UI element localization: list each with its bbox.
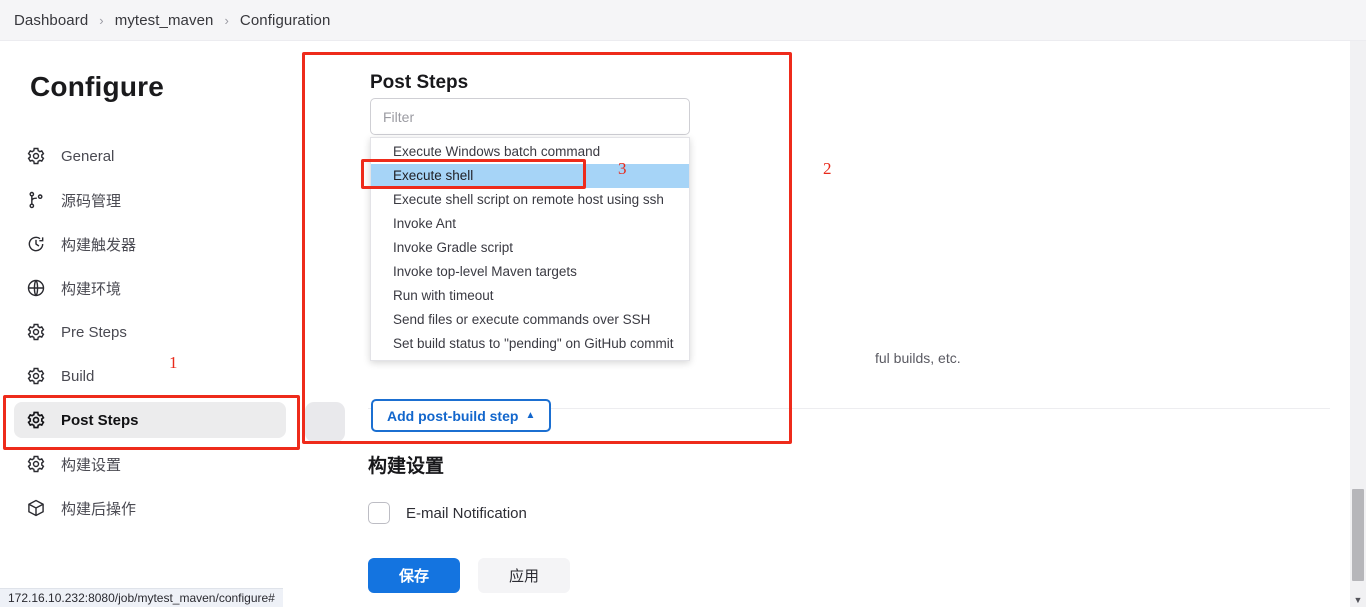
package-icon <box>24 496 48 520</box>
chevron-up-icon: ▲ <box>525 409 536 421</box>
collapse-handle[interactable] <box>305 402 345 442</box>
dropdown-option[interactable]: Invoke Ant <box>371 212 689 236</box>
status-bar: 172.16.10.232:8080/job/mytest_maven/conf… <box>0 588 283 607</box>
sidebar-item-build-triggers[interactable]: 构建触发器 <box>14 226 286 262</box>
dropdown-option[interactable]: Run with timeout <box>371 284 689 308</box>
sidebar-item-general[interactable]: General <box>14 138 286 174</box>
sidebar-item-label: 构建设置 <box>61 456 122 474</box>
dropdown-option[interactable]: Set build status to "pending" on GitHub … <box>371 332 689 356</box>
build-settings-heading: 构建设置 <box>368 456 445 477</box>
sidebar-item-build-settings[interactable]: 构建设置 <box>14 446 286 482</box>
sidebar-item-label: Post Steps <box>61 411 139 429</box>
sidebar-item-source-code-management[interactable]: 源码管理 <box>14 182 286 218</box>
breadcrumb-item-dashboard[interactable]: Dashboard <box>14 12 88 29</box>
sidebar-item-label: Pre Steps <box>61 323 127 341</box>
sidebar-item-label: 构建触发器 <box>61 236 137 254</box>
dropdown-option[interactable]: Execute Windows batch command <box>371 140 689 164</box>
filter-input[interactable] <box>370 98 690 135</box>
annotation-number-3: 3 <box>618 159 627 178</box>
breadcrumb-item-configuration[interactable]: Configuration <box>240 12 331 29</box>
sidebar-item-post-build-actions[interactable]: 构建后操作 <box>14 490 286 526</box>
sidebar-item-label: 构建环境 <box>61 280 122 298</box>
vertical-scrollbar[interactable]: ▼ <box>1350 41 1366 607</box>
breadcrumb-separator-icon: › <box>99 12 104 28</box>
breadcrumb-item-job[interactable]: mytest_maven <box>115 12 214 29</box>
post-steps-heading: Post Steps <box>370 72 469 93</box>
help-text: ful builds, etc. <box>875 350 961 366</box>
gear-icon <box>24 320 48 344</box>
main-content: Post Steps Execute Windows batch command… <box>300 41 1366 607</box>
sidebar-item-build-environment[interactable]: 构建环境 <box>14 270 286 306</box>
save-button[interactable]: 保存 <box>368 558 460 593</box>
git-branch-icon <box>24 188 48 212</box>
sidebar-item-build[interactable]: Build <box>14 358 286 394</box>
sidebar-item-pre-steps[interactable]: Pre Steps <box>14 314 286 350</box>
sidebar: Configure General 源码管理 构建触发器 构建环境 Pre St… <box>0 41 300 607</box>
post-build-step-dropdown: Execute Windows batch command Execute sh… <box>370 137 690 361</box>
page-title: Configure <box>30 71 165 102</box>
clock-icon <box>24 232 48 256</box>
sidebar-item-label: 构建后操作 <box>61 500 137 518</box>
globe-icon <box>24 276 48 300</box>
app-root: Dashboard › mytest_maven › Configuration… <box>0 0 1366 607</box>
gear-icon <box>24 144 48 168</box>
apply-button[interactable]: 应用 <box>478 558 570 593</box>
dropdown-option[interactable]: Execute shell script on remote host usin… <box>371 188 689 212</box>
status-bar-url: 172.16.10.232:8080/job/mytest_maven/conf… <box>8 591 275 605</box>
sidebar-item-label: General <box>61 147 115 165</box>
dropdown-option[interactable]: Invoke Gradle script <box>371 236 689 260</box>
dropdown-option-execute-shell[interactable]: Execute shell <box>371 164 689 188</box>
sidebar-item-post-steps[interactable]: Post Steps <box>14 402 286 438</box>
email-notification-label: E-mail Notification <box>406 504 527 522</box>
breadcrumb-header: Dashboard › mytest_maven › Configuration <box>0 0 1366 41</box>
annotation-number-1: 1 <box>169 353 178 372</box>
add-post-build-step-label: Add post-build step <box>387 407 519 424</box>
breadcrumb-separator-icon: › <box>224 12 229 28</box>
dropdown-option[interactable]: Invoke top-level Maven targets <box>371 260 689 284</box>
scrollbar-thumb[interactable] <box>1352 489 1364 581</box>
annotation-number-2: 2 <box>823 159 832 178</box>
sidebar-item-label: Build <box>61 367 95 385</box>
email-notification-checkbox[interactable] <box>368 502 390 524</box>
gear-icon <box>24 408 48 432</box>
sidebar-nav: General 源码管理 构建触发器 构建环境 Pre Steps Build … <box>14 138 286 534</box>
form-actions: 保存 应用 <box>368 558 570 593</box>
sidebar-item-label: 源码管理 <box>61 192 122 210</box>
add-post-build-step-button[interactable]: Add post-build step ▲ <box>371 399 552 432</box>
gear-icon <box>24 364 48 388</box>
gear-icon <box>24 452 48 476</box>
dropdown-option[interactable]: Send files or execute commands over SSH <box>371 308 689 332</box>
email-notification-row: E-mail Notification <box>368 502 527 524</box>
scroll-down-arrow-icon[interactable]: ▼ <box>1350 596 1366 605</box>
